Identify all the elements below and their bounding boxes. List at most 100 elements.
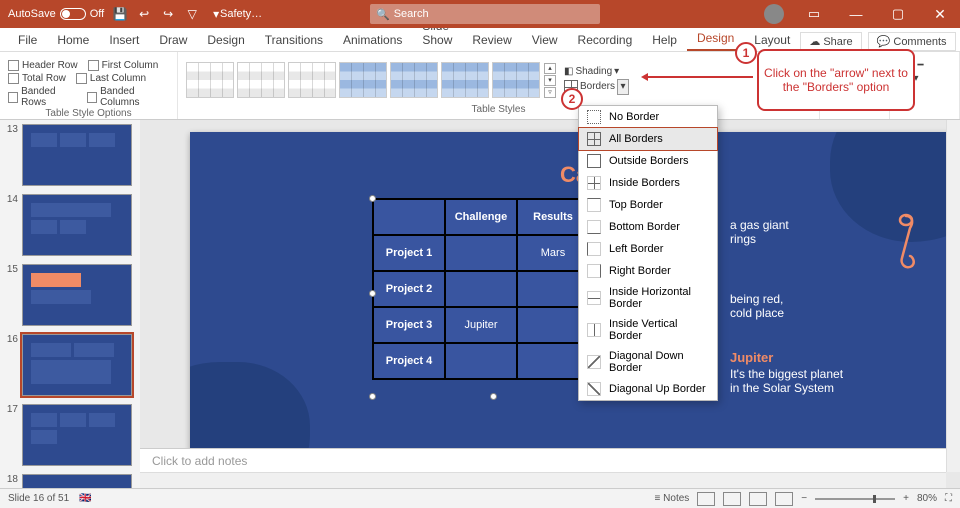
notes-pane[interactable]: Click to add notes: [140, 448, 946, 472]
menu-left-border[interactable]: Left Border: [579, 238, 717, 260]
workspace: 13 14 15 16 17 18 Case ChallengeResultsS…: [0, 120, 960, 488]
gallery-expand[interactable]: ▴▾▿: [543, 63, 557, 98]
tab-animations[interactable]: Animations: [333, 29, 412, 51]
slide-thumb[interactable]: [22, 124, 132, 186]
tab-home[interactable]: Home: [47, 29, 99, 51]
text-line: a gas giant: [730, 218, 789, 232]
selection-handle[interactable]: [369, 195, 376, 202]
selection-handle[interactable]: [369, 393, 376, 400]
menu-bottom-border[interactable]: Bottom Border: [579, 216, 717, 238]
tab-design[interactable]: Design: [197, 29, 254, 51]
zoom-slider[interactable]: [815, 498, 895, 500]
menu-diagonal-up-border[interactable]: Diagonal Up Border: [579, 378, 717, 400]
menu-no-border[interactable]: No Border: [579, 106, 717, 128]
slide-thumb[interactable]: [22, 474, 132, 488]
annotation-badge-1: 1: [735, 42, 757, 64]
annotation-arrow: [643, 76, 753, 78]
text-line: It's the biggest planet: [730, 367, 843, 381]
vertical-scrollbar[interactable]: [946, 120, 960, 472]
slideshow-view-icon[interactable]: [775, 492, 793, 506]
style-thumb[interactable]: [390, 62, 438, 98]
slide-thumbnails-panel[interactable]: 13 14 15 16 17 18: [0, 120, 140, 488]
minimize-button[interactable]: —: [836, 0, 876, 28]
fit-slide-icon[interactable]: ⛶: [945, 493, 952, 504]
save-icon[interactable]: 💾: [112, 6, 128, 22]
sorter-view-icon[interactable]: [723, 492, 741, 506]
autosave-label: AutoSave: [8, 8, 56, 20]
style-thumb[interactable]: [288, 62, 336, 98]
chk-last-column[interactable]: Last Column: [76, 73, 146, 84]
chk-banded-cols[interactable]: Banded Columns: [87, 86, 169, 108]
shading-button[interactable]: ◧Shading▾: [564, 66, 629, 77]
search-placeholder: Search: [394, 8, 429, 20]
ribbon-options-icon[interactable]: ▭: [794, 0, 834, 28]
slide-thumb[interactable]: [22, 194, 132, 256]
document-title: Safety…: [220, 8, 262, 20]
chk-total-row[interactable]: Total Row: [8, 73, 66, 84]
selection-handle[interactable]: [490, 393, 497, 400]
user-avatar[interactable]: [764, 4, 784, 24]
language-status[interactable]: 🇬🇧: [79, 493, 91, 504]
tab-recording[interactable]: Recording: [568, 29, 643, 51]
fill-icon: ◧: [564, 66, 573, 77]
autosave-toggle[interactable]: AutoSave Off: [8, 8, 104, 20]
menu-right-border[interactable]: Right Border: [579, 260, 717, 282]
slide-counter[interactable]: Slide 16 of 51: [8, 493, 69, 504]
style-thumb[interactable]: [441, 62, 489, 98]
style-thumb[interactable]: [339, 62, 387, 98]
tab-insert[interactable]: Insert: [99, 29, 149, 51]
normal-view-icon[interactable]: [697, 492, 715, 506]
menu-diagonal-down-border[interactable]: Diagonal Down Border: [579, 346, 717, 378]
chk-first-column[interactable]: First Column: [88, 60, 159, 71]
menu-inside-borders[interactable]: Inside Borders: [579, 172, 717, 194]
search-icon: 🔍: [376, 8, 390, 21]
zoom-value[interactable]: 80%: [917, 493, 937, 504]
zoom-in-icon[interactable]: +: [903, 493, 909, 504]
slide-thumb[interactable]: [22, 264, 132, 326]
autosave-state: Off: [90, 8, 104, 20]
search-box[interactable]: 🔍 Search: [370, 4, 600, 24]
reading-view-icon[interactable]: [749, 492, 767, 506]
chk-header-row[interactable]: Header Row: [8, 60, 78, 71]
title-bar: AutoSave Off 💾 ↩ ↪ ▽ ▾ Safety… 🔍 Search …: [0, 0, 960, 28]
tab-view[interactable]: View: [522, 29, 568, 51]
tab-transitions[interactable]: Transitions: [255, 29, 333, 51]
menu-inside-horizontal-border[interactable]: Inside Horizontal Border: [579, 282, 717, 314]
zoom-out-icon[interactable]: −: [801, 493, 807, 504]
tab-help[interactable]: Help: [642, 29, 687, 51]
menu-top-border[interactable]: Top Border: [579, 194, 717, 216]
text-line: being red,: [730, 292, 784, 306]
chk-banded-rows[interactable]: Banded Rows: [8, 86, 77, 108]
slide-editor[interactable]: Case ChallengeResultsS Project 1Mars Pro…: [140, 120, 960, 488]
restore-button[interactable]: ▢: [878, 0, 918, 28]
horizontal-scrollbar[interactable]: [140, 472, 946, 488]
menu-all-borders[interactable]: All Borders: [579, 128, 717, 150]
safety-pin-icon: [892, 212, 920, 272]
menu-outside-borders[interactable]: Outside Borders: [579, 150, 717, 172]
notes-toggle[interactable]: ≡ Notes: [655, 493, 690, 504]
start-show-icon[interactable]: ▽: [184, 6, 200, 22]
undo-icon[interactable]: ↩: [136, 6, 152, 22]
slide-thumb-active[interactable]: [22, 334, 132, 396]
style-thumb[interactable]: [186, 62, 234, 98]
table-styles-gallery[interactable]: ▴▾▿ ◧Shading▾ Borders ▾: [186, 56, 811, 104]
close-button[interactable]: ✕: [920, 0, 960, 28]
tab-review[interactable]: Review: [462, 29, 521, 51]
slide-canvas[interactable]: Case ChallengeResultsS Project 1Mars Pro…: [190, 132, 960, 452]
style-thumb[interactable]: [492, 62, 540, 98]
text-title: Jupiter: [730, 350, 843, 365]
text-line: in the Solar System: [730, 381, 843, 395]
slide-thumb[interactable]: [22, 404, 132, 466]
group-label-tso: Table Style Options: [8, 108, 169, 119]
annotation-callout: Click on the "arrow" next to the "Border…: [757, 49, 915, 111]
style-thumb[interactable]: [237, 62, 285, 98]
tab-file[interactable]: File: [8, 29, 47, 51]
annotation-badge-2: 2: [561, 88, 583, 110]
status-bar: Slide 16 of 51 🇬🇧 ≡ Notes − + 80% ⛶: [0, 488, 960, 508]
selection-handle[interactable]: [369, 290, 376, 297]
borders-dropdown-arrow[interactable]: ▾: [617, 79, 629, 95]
menu-inside-vertical-border[interactable]: Inside Vertical Border: [579, 314, 717, 346]
tab-draw[interactable]: Draw: [149, 29, 197, 51]
redo-icon[interactable]: ↪: [160, 6, 176, 22]
notes-placeholder: Click to add notes: [152, 454, 247, 468]
